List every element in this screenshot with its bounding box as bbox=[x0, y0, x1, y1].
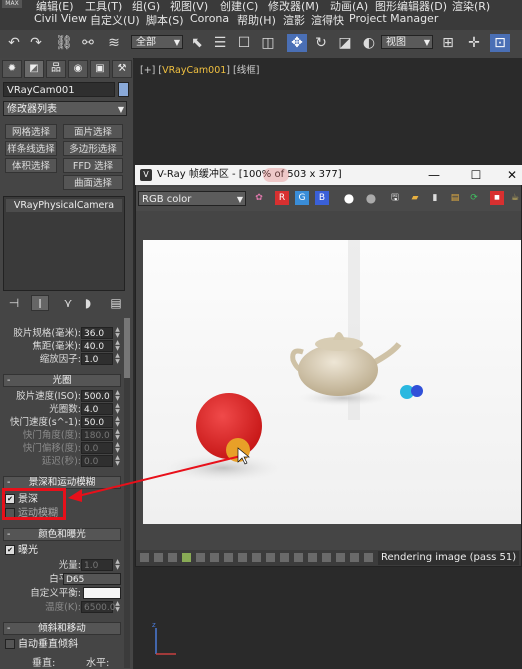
annotation-overlay bbox=[68, 447, 250, 502]
annotation-arrow-line bbox=[77, 454, 246, 497]
annotation-arrow-head bbox=[68, 489, 82, 502]
mouse-cursor-icon bbox=[237, 447, 250, 465]
